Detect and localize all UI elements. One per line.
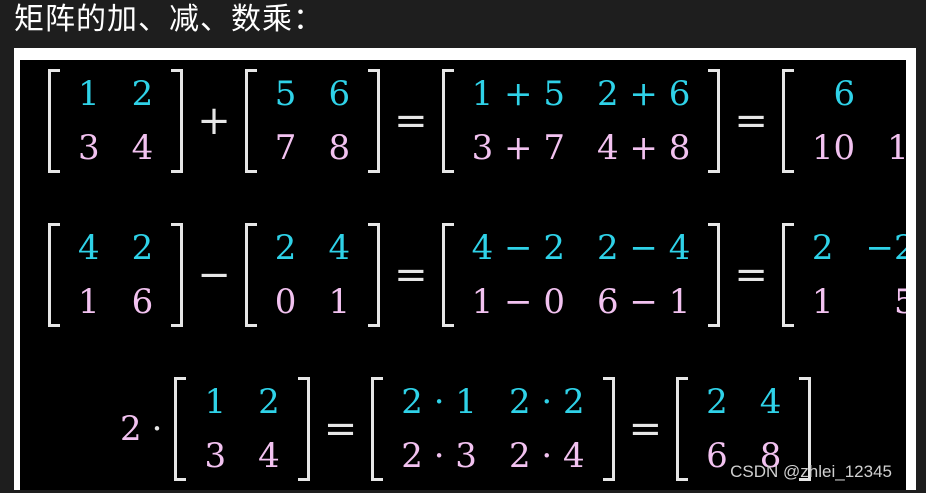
matrix-cell: 2 · 2 xyxy=(508,382,585,422)
equals-sign: = xyxy=(628,406,663,452)
matrix-cell: 2 · 1 xyxy=(401,382,477,422)
matrix-cell: 5 xyxy=(274,74,297,114)
matrix-cell: 6 xyxy=(833,74,856,114)
matrix: 56 78 xyxy=(243,67,382,175)
equals-sign: = xyxy=(323,406,358,452)
matrix: 12 34 xyxy=(46,67,185,175)
matrix: 12 34 xyxy=(172,375,311,483)
matrix-cell: 2 xyxy=(274,228,297,268)
matrix-cell: 8 xyxy=(871,67,906,121)
matrix-cell: 4 xyxy=(328,228,351,268)
matrix-cell: 4 + 8 xyxy=(596,128,691,168)
dot-operator: · xyxy=(151,409,163,449)
scalar: 2 xyxy=(120,409,142,449)
matrix-cell: 0 xyxy=(274,282,297,322)
matrix-cell: 1 + 5 xyxy=(471,74,565,114)
plus-sign: + xyxy=(197,98,231,144)
matrix-cell: 7 xyxy=(274,128,297,168)
matrix-cell: 2 xyxy=(811,228,834,268)
equals-sign: = xyxy=(394,98,428,144)
matrix-cell: 6 xyxy=(328,74,351,114)
matrix-cell: 1 xyxy=(78,282,100,322)
matrix-cell: 4 xyxy=(131,128,154,168)
matrix: 4 − 2 2 − 4 1 − 0 6 − 1 xyxy=(440,221,723,329)
matrix-cell: 2 − 4 xyxy=(596,228,691,268)
matrix-cell: 5 xyxy=(893,282,906,322)
matrix-cell: 2 + 6 xyxy=(596,74,691,114)
matrix-cell: 4 xyxy=(759,382,782,422)
matrix-cell: 2 · 4 xyxy=(508,436,585,476)
matrix-cell: 2 xyxy=(131,228,154,268)
matrix-cell: 2 xyxy=(258,382,280,422)
equals-sign: = xyxy=(734,252,768,298)
matrix-cell: 2 xyxy=(706,382,728,422)
matrix-cell: 2 xyxy=(131,74,154,114)
matrix: 2 · 1 2 · 2 2 · 3 2 · 4 xyxy=(369,375,616,483)
matrix-cell: 8 xyxy=(328,128,351,168)
matrix-cell: 10 xyxy=(811,128,856,168)
matrix-cell: 3 xyxy=(204,436,227,476)
scalar-multiplication-equation: 2 · 12 34 = 2 · 12 · 2 2 · 32 · 4 = 24 6… xyxy=(120,374,817,484)
matrix-cell: 3 + 7 xyxy=(471,128,565,168)
matrix-cell: 1 xyxy=(204,382,227,422)
matrix-cell: 1 − 0 xyxy=(471,282,565,322)
matrix-cell: 2 · 3 xyxy=(401,436,477,476)
matrix: 42 16 xyxy=(46,221,185,329)
equals-sign: = xyxy=(394,252,428,298)
matrix-cell: 3 xyxy=(78,128,100,168)
matrix: 68 10 12 xyxy=(780,67,906,175)
matrix-cell: 1 xyxy=(328,282,351,322)
matrix-cell: 1 xyxy=(78,74,100,114)
watermark: CSDN @zhlei_12345 xyxy=(730,462,892,481)
matrix: 24 01 xyxy=(243,221,382,329)
heading: 矩阵的加、减、数乘： xyxy=(14,2,324,37)
equals-sign: = xyxy=(734,98,768,144)
matrix: 1 + 5 2 + 6 3 + 7 4 + 8 xyxy=(440,67,723,175)
matrix-cell: 6 − 1 xyxy=(596,282,691,322)
minus-sign: − xyxy=(197,252,231,298)
formula-panel: 12 34 + 56 78 = 1 + 52 + 6 3 + 74 + 8 = … xyxy=(20,60,906,490)
matrix-cell: 6 xyxy=(131,282,154,322)
matrix-cell: 4 xyxy=(78,228,100,268)
subtraction-equation: 42 16 − 24 01 = 4 − 22 − 4 1 − 06 − 1 = … xyxy=(42,220,906,330)
matrix-cell: −2 xyxy=(865,228,907,268)
matrix-cell: 4 − 2 xyxy=(471,228,565,268)
addition-equation: 12 34 + 56 78 = 1 + 52 + 6 3 + 74 + 8 = … xyxy=(42,66,906,176)
matrix-cell: 12 xyxy=(887,128,906,168)
matrix-cell: 1 xyxy=(811,282,834,322)
matrix-cell: 4 xyxy=(258,436,280,476)
matrix: 2 −2 1 5 xyxy=(780,221,906,329)
